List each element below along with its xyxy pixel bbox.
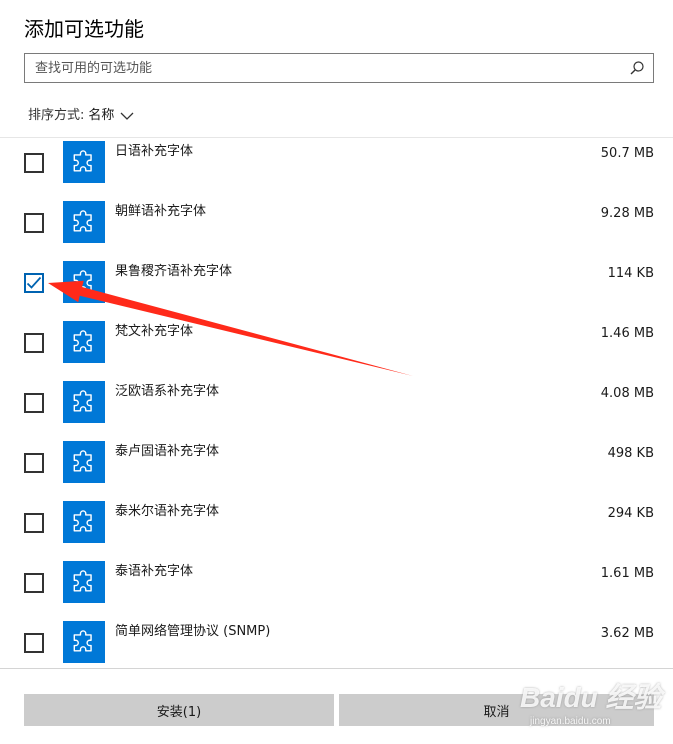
search-icon[interactable] xyxy=(629,60,645,76)
feature-row[interactable]: 朝鲜语补充字体 9.28 MB xyxy=(0,201,673,261)
feature-checkbox[interactable] xyxy=(24,633,44,653)
feature-row[interactable]: 果鲁稷齐语补充字体 114 KB xyxy=(0,261,673,321)
feature-name: 泛欧语系补充字体 xyxy=(115,384,220,399)
cancel-button[interactable]: 取消 xyxy=(339,694,654,726)
feature-row[interactable]: 梵文补充字体 1.46 MB xyxy=(0,321,673,381)
feature-size: 498 KB xyxy=(607,446,654,461)
puzzle-piece-icon xyxy=(63,621,105,663)
feature-name: 朝鲜语补充字体 xyxy=(115,204,207,219)
puzzle-piece-icon xyxy=(63,261,105,303)
feature-checkbox[interactable] xyxy=(24,573,44,593)
puzzle-piece-icon xyxy=(63,321,105,363)
puzzle-piece-icon xyxy=(63,201,105,243)
dialog-title: 添加可选功能 xyxy=(24,17,144,41)
puzzle-piece-icon xyxy=(63,501,105,543)
feature-checkbox[interactable] xyxy=(24,453,44,473)
feature-checkbox[interactable] xyxy=(24,513,44,533)
feature-checkbox[interactable] xyxy=(24,333,44,353)
feature-checkbox[interactable] xyxy=(24,393,44,413)
feature-size: 114 KB xyxy=(607,266,654,281)
search-input[interactable] xyxy=(35,54,615,82)
sort-label: 排序方式: xyxy=(28,108,85,123)
sort-dropdown[interactable]: 排序方式: 名称 xyxy=(28,107,134,125)
feature-row[interactable]: 日语补充字体 50.7 MB xyxy=(0,141,673,201)
feature-checkbox[interactable] xyxy=(24,273,44,293)
chevron-down-icon[interactable] xyxy=(120,111,134,121)
feature-row[interactable]: 泛欧语系补充字体 4.08 MB xyxy=(0,381,673,441)
feature-size: 3.62 MB xyxy=(600,626,654,641)
puzzle-piece-icon xyxy=(63,561,105,603)
feature-size: 9.28 MB xyxy=(600,206,654,221)
feature-size: 4.08 MB xyxy=(600,386,654,401)
checkmark-icon xyxy=(26,276,42,289)
feature-row[interactable]: 简单网络管理协议 (SNMP) 3.62 MB xyxy=(0,621,673,668)
feature-size: 294 KB xyxy=(607,506,654,521)
footer-divider xyxy=(0,668,673,669)
install-button[interactable]: 安装(1) xyxy=(24,694,334,726)
feature-name: 泰语补充字体 xyxy=(115,564,194,579)
feature-name: 泰卢固语补充字体 xyxy=(115,444,220,459)
feature-row[interactable]: 泰卢固语补充字体 498 KB xyxy=(0,441,673,501)
feature-list[interactable]: 日语补充字体 50.7 MB 朝鲜语补充字体 9.28 MB 果鲁稷齐语补充字体 114 … xyxy=(0,138,673,668)
feature-checkbox[interactable] xyxy=(24,213,44,233)
feature-size: 1.61 MB xyxy=(600,566,654,581)
feature-name: 梵文补充字体 xyxy=(115,324,194,339)
puzzle-piece-icon xyxy=(63,141,105,183)
feature-checkbox[interactable] xyxy=(24,153,44,173)
feature-name: 简单网络管理协议 (SNMP) xyxy=(115,624,271,639)
feature-name: 果鲁稷齐语补充字体 xyxy=(115,264,233,279)
feature-name: 泰米尔语补充字体 xyxy=(115,504,220,519)
feature-name: 日语补充字体 xyxy=(115,144,194,159)
feature-size: 50.7 MB xyxy=(600,146,654,161)
search-box[interactable] xyxy=(24,53,654,83)
feature-row[interactable]: 泰语补充字体 1.61 MB xyxy=(0,561,673,621)
puzzle-piece-icon xyxy=(63,381,105,423)
sort-value[interactable]: 名称 xyxy=(88,107,114,125)
feature-row[interactable]: 泰米尔语补充字体 294 KB xyxy=(0,501,673,561)
feature-size: 1.46 MB xyxy=(600,326,654,341)
puzzle-piece-icon xyxy=(63,441,105,483)
